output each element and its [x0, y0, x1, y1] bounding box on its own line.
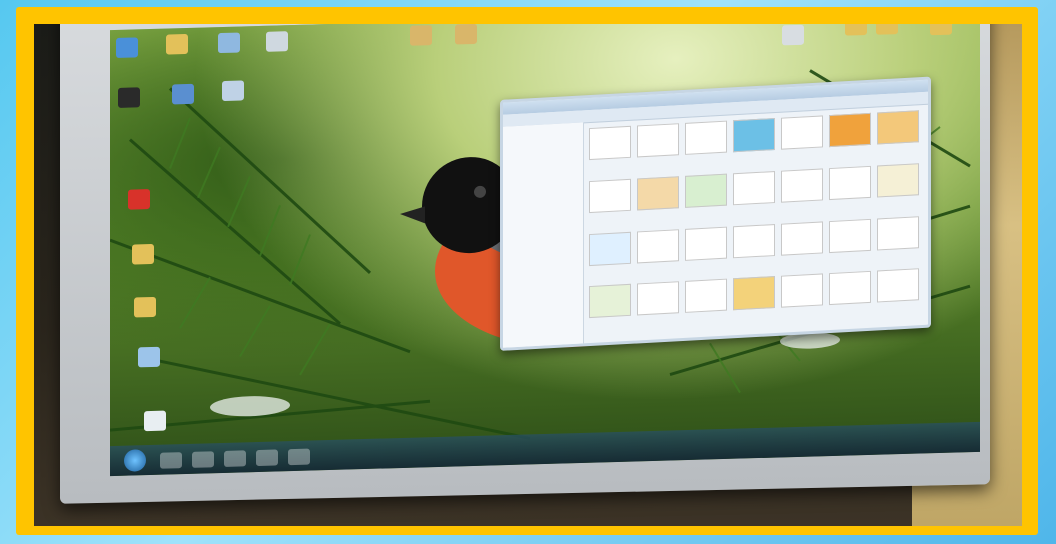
folder-icon[interactable] [132, 243, 154, 265]
folder-icon[interactable] [134, 296, 156, 318]
taskbar-button[interactable] [288, 448, 310, 466]
yandex-icon[interactable] [256, 449, 278, 467]
document-icon[interactable] [144, 410, 166, 432]
thumbnail[interactable] [829, 165, 871, 200]
folder-icon[interactable] [845, 24, 867, 36]
taskbar-button[interactable] [192, 451, 214, 468]
thumbnail[interactable] [685, 120, 727, 155]
thumbnail[interactable] [877, 268, 919, 303]
computer-icon[interactable] [116, 37, 138, 58]
explorer-sidebar[interactable] [503, 122, 584, 348]
thumbnail[interactable] [589, 178, 631, 213]
thumbnail[interactable] [781, 115, 823, 150]
thumbnail[interactable] [637, 228, 679, 263]
thumbnail[interactable] [829, 271, 871, 306]
thumbnail[interactable] [877, 162, 919, 198]
file-explorer-window[interactable] [500, 76, 931, 351]
folder-icon[interactable] [218, 32, 240, 54]
thumbnail[interactable] [685, 278, 727, 314]
taskbar-button[interactable] [224, 450, 246, 467]
thumbnail[interactable] [685, 173, 727, 208]
thumbnail[interactable] [781, 273, 823, 308]
folder-icon[interactable] [930, 24, 952, 36]
shutdown-icon[interactable] [128, 189, 150, 210]
thumbnail[interactable] [733, 118, 775, 153]
thumbnail[interactable] [637, 175, 679, 211]
document-icon[interactable] [266, 31, 288, 52]
folder-icon[interactable] [455, 24, 477, 45]
recycle-bin-icon[interactable] [222, 80, 244, 102]
thumbnail[interactable] [781, 168, 823, 203]
computer-icon[interactable] [172, 83, 194, 105]
folder-icon[interactable] [410, 25, 432, 46]
folder-icon[interactable] [876, 24, 898, 35]
thumbnail[interactable] [733, 276, 775, 311]
start-button[interactable] [124, 449, 146, 472]
taskbar-button[interactable] [160, 452, 182, 469]
thumbnail[interactable] [637, 123, 679, 158]
document-icon[interactable] [782, 24, 804, 46]
thumbnail[interactable] [589, 231, 631, 266]
thumbnail[interactable] [733, 170, 775, 206]
music-icon[interactable] [138, 346, 160, 368]
thumbnail[interactable] [877, 110, 919, 145]
desktop-screen [110, 24, 980, 477]
thumbnail[interactable] [781, 220, 823, 256]
thumbnail[interactable] [877, 215, 919, 250]
thumbnail-grid[interactable] [589, 110, 919, 333]
thumbnail[interactable] [829, 112, 871, 148]
computer-icon[interactable] [118, 87, 140, 108]
thumbnail[interactable] [637, 281, 679, 316]
monitor-photo [34, 24, 1022, 526]
thumbnail[interactable] [733, 223, 775, 258]
thumbnail[interactable] [685, 226, 727, 261]
thumbnail[interactable] [589, 284, 631, 319]
folder-icon[interactable] [166, 33, 188, 55]
thumbnail[interactable] [829, 218, 871, 253]
thumbnail[interactable] [589, 125, 631, 161]
